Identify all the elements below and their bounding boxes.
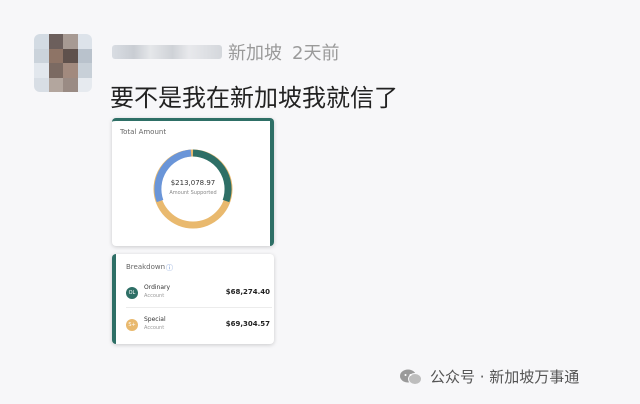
breakdown-title: Breakdown: [126, 263, 166, 271]
account-sub: Account: [144, 325, 165, 331]
account-amount: $69,304.57: [225, 320, 270, 328]
card-title: Total Amount: [120, 128, 167, 136]
comment-text: 要不是我在新加坡我就信了: [110, 84, 398, 112]
divider: [126, 307, 272, 308]
breakdown-card: Breakdown ⓘ OL Ordinary Account $68,274.…: [112, 254, 274, 344]
account-badge: S+: [126, 319, 138, 331]
donut-chart: [153, 149, 233, 229]
avatar[interactable]: [34, 34, 92, 92]
post-meta: 新加坡 2天前: [112, 40, 339, 64]
account-name: Ordinary: [144, 284, 171, 291]
watermark-text: 公众号 · 新加坡万事通: [430, 368, 580, 386]
timestamp: 2天前: [292, 43, 340, 64]
watermark: 公众号 · 新加坡万事通: [400, 366, 579, 387]
account-badge: OL: [126, 287, 138, 299]
account-sub: Account: [144, 293, 165, 299]
info-icon[interactable]: ⓘ: [166, 263, 173, 273]
location-text: 新加坡: [228, 43, 282, 64]
account-amount: $68,274.40: [225, 288, 270, 296]
wechat-icon: [400, 369, 422, 385]
total-amount-card: Total Amount $213,078.97 Amount Supporte…: [112, 118, 274, 246]
total-amount-sub: Amount Supported: [169, 190, 217, 196]
total-amount-value: $213,078.97: [170, 179, 216, 187]
list-item[interactable]: OL Ordinary Account $68,274.40: [126, 283, 272, 305]
blurred-username[interactable]: [112, 45, 222, 59]
account-name: Special: [144, 316, 166, 323]
list-item[interactable]: S+ Special Account $69,304.57: [126, 315, 272, 337]
